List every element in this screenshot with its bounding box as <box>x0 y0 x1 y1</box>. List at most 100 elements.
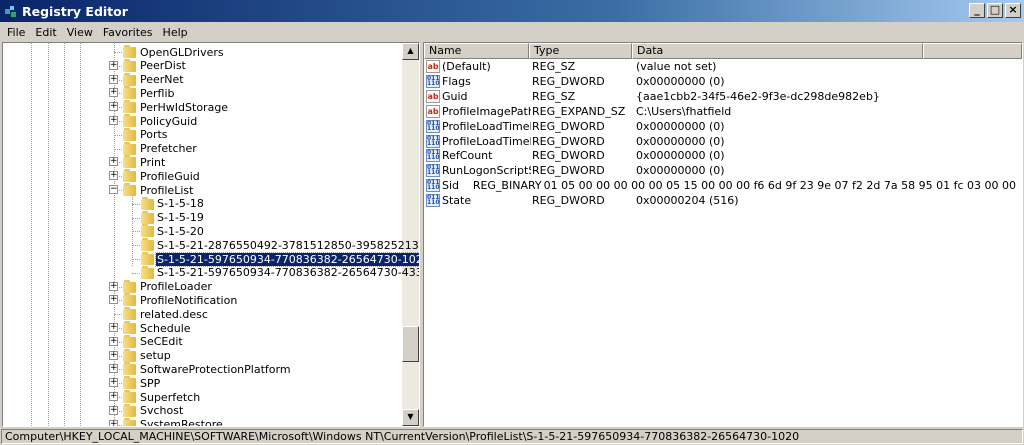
tree-node-label[interactable]: S-1-5-21-597650934-770836382-26564730-10… <box>155 251 419 267</box>
tree-node[interactable]: + SeCEdit <box>3 334 401 349</box>
tree-node[interactable]: + Svchost <box>3 403 401 418</box>
menu-help[interactable]: Help <box>158 26 193 39</box>
value-row[interactable]: ab ProfileImagePath REG_EXPAND_SZ C:\Users\… <box>426 104 1016 119</box>
close-button[interactable]: × <box>1005 3 1021 18</box>
tree-node[interactable]: + ProfileLoader <box>3 279 401 294</box>
tree-node[interactable]: + SoftwareProtectionPlatform <box>3 362 401 376</box>
tree-node-label[interactable]: S-1-5-18 <box>156 197 205 210</box>
expand-plus-icon[interactable]: + <box>109 171 118 181</box>
tree-node-label[interactable]: OpenGLDrivers <box>139 46 225 59</box>
tree-node[interactable]: related.desc <box>3 307 401 321</box>
value-row[interactable]: 011110ProfileLoadTimeLowREG_DWORD 0x00000… <box>426 134 1016 149</box>
expand-plus-icon[interactable]: + <box>109 336 118 346</box>
tree-node-label[interactable]: Schedule <box>139 322 192 335</box>
tree-node-label[interactable]: S-1-5-19 <box>156 211 205 224</box>
menu-favorites[interactable]: Favorites <box>98 26 158 39</box>
tree-node-label[interactable]: PeerDist <box>139 59 187 72</box>
tree-node-label[interactable]: ProfileNotification <box>139 294 238 307</box>
collapse-minus-icon[interactable]: − <box>109 185 118 194</box>
tree-node-label[interactable]: SPP <box>139 377 161 390</box>
tree-node-label[interactable]: S-1-5-20 <box>156 225 205 238</box>
tree-node[interactable]: + PolicyGuid <box>3 114 401 128</box>
scroll-up-arrow-icon[interactable]: ▲ <box>402 43 419 60</box>
tree-node-label[interactable]: setup <box>139 349 172 362</box>
scroll-down-arrow-icon[interactable]: ▼ <box>402 409 419 426</box>
value-row[interactable]: 011 110 State REG_DWORD 0x00000204 (516) <box>426 193 1016 208</box>
tree-node[interactable]: S-1-5-19 <box>3 210 401 225</box>
tree-node[interactable]: + SystemRestore <box>3 417 401 426</box>
value-row[interactable]: 011110RunLogonScriptS...REG_DWORD 0x00000… <box>426 163 1016 178</box>
scrollbar-thumb[interactable] <box>402 326 419 362</box>
expand-plus-icon[interactable]: + <box>109 60 118 70</box>
expand-plus-icon[interactable]: + <box>109 323 118 332</box>
tree-node-label[interactable]: SoftwareProtectionPlatform <box>139 363 292 376</box>
expand-plus-icon[interactable]: + <box>109 392 118 401</box>
expand-plus-icon[interactable]: + <box>109 157 118 167</box>
value-row[interactable]: 011 110 Sid REG_BINARY 01 05 00 00 00 00 00 … <box>426 178 1016 193</box>
column-header-data[interactable]: Data <box>632 43 923 59</box>
tree-node-label[interactable]: SystemRestore <box>139 418 224 426</box>
menu-edit[interactable]: Edit <box>30 26 61 39</box>
tree-node[interactable]: + PerHwIdStorage <box>3 100 401 114</box>
values-list[interactable]: Name Type Data ab (Default) REG_SZ (value n… <box>423 42 1023 427</box>
expand-plus-icon[interactable]: + <box>109 295 118 305</box>
tree-node[interactable]: + Print <box>3 155 401 169</box>
minimize-button[interactable]: _ <box>969 3 985 18</box>
column-header-type[interactable]: Type <box>529 43 632 59</box>
tree-node[interactable]: S-1-5-20 <box>3 224 401 238</box>
value-row[interactable]: 011110ProfileLoadTimeHighREG_DWORD 0x0000… <box>426 119 1016 134</box>
expand-plus-icon[interactable]: + <box>109 419 118 426</box>
tree-node-label[interactable]: PerHwIdStorage <box>139 101 229 114</box>
tree-node-label[interactable]: Svchost <box>139 404 184 417</box>
value-row[interactable]: ab (Default) REG_SZ (value not set) <box>426 59 1016 74</box>
tree-node-label[interactable]: related.desc <box>139 308 209 321</box>
tree-node[interactable]: S-1-5-18 <box>3 196 401 211</box>
tree-node[interactable]: S-1-5-21-597650934-770836382-26564730-10… <box>3 251 419 267</box>
tree-node[interactable]: + PeerNet <box>3 72 401 87</box>
value-row[interactable]: 011 110 RefCount REG_DWORD 0x00000000 (0) <box>426 148 1016 163</box>
expand-plus-icon[interactable]: + <box>109 364 118 374</box>
tree-node-label[interactable]: PolicyGuid <box>139 115 198 128</box>
tree-node[interactable]: + Schedule <box>3 321 401 335</box>
tree-node-label[interactable]: Ports <box>139 128 169 141</box>
tree-node[interactable]: Ports <box>3 127 401 142</box>
tree-node[interactable]: + ProfileGuid <box>3 169 401 183</box>
tree-node[interactable]: Prefetcher <box>3 141 401 156</box>
value-row[interactable]: 011 110 Flags REG_DWORD 0x00000000 (0) <box>426 74 1016 89</box>
tree-node-label[interactable]: ProfileGuid <box>139 170 201 183</box>
menu-view[interactable]: View <box>62 26 98 39</box>
tree-node-label[interactable]: S-1-5-21-2876550492-3781512850-395825213… <box>156 239 419 252</box>
maximize-button[interactable]: □ <box>987 3 1003 18</box>
tree-node[interactable]: + Superfetch <box>3 390 401 404</box>
tree-vertical-scrollbar[interactable]: ▲ ▼ <box>402 43 419 426</box>
registry-tree[interactable]: ▲ ▼ OpenGLDrivers + PeerDist + PeerNet + Perfl… <box>2 42 420 427</box>
expand-plus-icon[interactable]: + <box>109 74 118 84</box>
value-row[interactable]: ab Guid REG_SZ {aae1cbb2-34f5-46e2-9f3e-dc2… <box>426 89 1016 104</box>
tree-node[interactable]: + ProfileNotification <box>3 293 401 307</box>
tree-node-label[interactable]: SeCEdit <box>139 335 184 348</box>
tree-node[interactable]: S-1-5-21-597650934-770836382-26564730-43… <box>3 265 419 280</box>
tree-node-label[interactable]: Superfetch <box>139 391 201 404</box>
tree-node-label[interactable]: S-1-5-21-597650934-770836382-26564730-43… <box>156 266 419 279</box>
expand-plus-icon[interactable]: + <box>109 405 118 415</box>
tree-node[interactable]: OpenGLDrivers <box>3 45 401 59</box>
tree-node-label[interactable]: Prefetcher <box>139 142 198 155</box>
expand-plus-icon[interactable]: + <box>109 102 118 112</box>
expand-plus-icon[interactable]: + <box>109 281 118 291</box>
tree-node-label[interactable]: Perflib <box>139 87 176 100</box>
tree-node-label[interactable]: ProfileLoader <box>139 280 213 293</box>
tree-node[interactable]: + PeerDist <box>3 58 401 73</box>
tree-node-label[interactable]: Print <box>139 156 166 169</box>
tree-node-label[interactable]: PeerNet <box>139 73 185 86</box>
expand-plus-icon[interactable]: + <box>109 350 118 360</box>
column-header-name[interactable]: Name <box>424 43 529 59</box>
tree-node[interactable]: + setup <box>3 348 401 363</box>
expand-plus-icon[interactable]: + <box>109 116 118 125</box>
tree-node-label[interactable]: ProfileList <box>139 184 194 197</box>
tree-node[interactable]: + Perflib <box>3 86 401 100</box>
menu-file[interactable]: File <box>2 26 30 39</box>
tree-node[interactable]: + SPP <box>3 376 401 390</box>
tree-node[interactable]: − ProfileList <box>3 183 401 197</box>
tree-node[interactable]: S-1-5-21-2876550492-3781512850-395825213… <box>3 238 419 252</box>
expand-plus-icon[interactable]: + <box>109 88 118 98</box>
